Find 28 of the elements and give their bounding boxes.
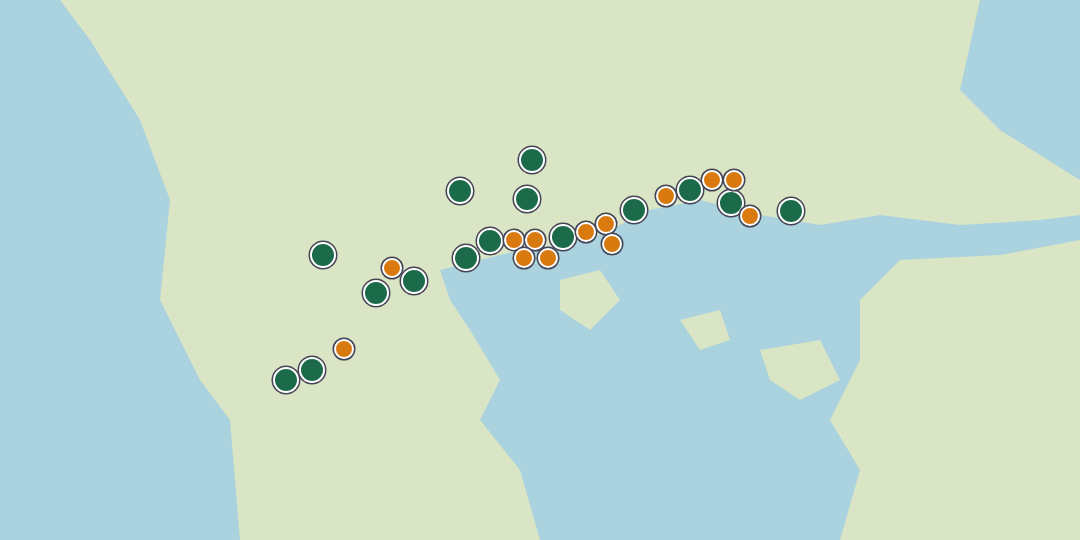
map-marker[interactable] <box>504 230 524 250</box>
map-marker[interactable] <box>778 198 804 224</box>
map-marker[interactable] <box>514 248 534 268</box>
map-marker[interactable] <box>596 214 616 234</box>
map-marker[interactable] <box>550 224 576 250</box>
map-marker[interactable] <box>724 170 744 190</box>
map-marker[interactable] <box>538 248 558 268</box>
map-marker[interactable] <box>602 234 622 254</box>
map-marker[interactable] <box>656 186 676 206</box>
map-marker[interactable] <box>447 178 473 204</box>
map-marker[interactable] <box>310 242 336 268</box>
map-marker[interactable] <box>718 190 744 216</box>
map-marker[interactable] <box>621 197 647 223</box>
map-marker[interactable] <box>299 357 325 383</box>
map-marker[interactable] <box>740 206 760 226</box>
map-marker[interactable] <box>519 147 545 173</box>
map-marker[interactable] <box>576 222 596 242</box>
map-marker[interactable] <box>702 170 722 190</box>
map-marker[interactable] <box>273 367 299 393</box>
map-marker[interactable] <box>453 245 479 271</box>
map-marker[interactable] <box>334 339 354 359</box>
map-marker[interactable] <box>363 280 389 306</box>
map-marker[interactable] <box>677 177 703 203</box>
map-marker[interactable] <box>401 268 427 294</box>
map-marker[interactable] <box>525 230 545 250</box>
map-marker[interactable] <box>477 228 503 254</box>
map-marker[interactable] <box>514 186 540 212</box>
map-marker[interactable] <box>382 258 402 278</box>
